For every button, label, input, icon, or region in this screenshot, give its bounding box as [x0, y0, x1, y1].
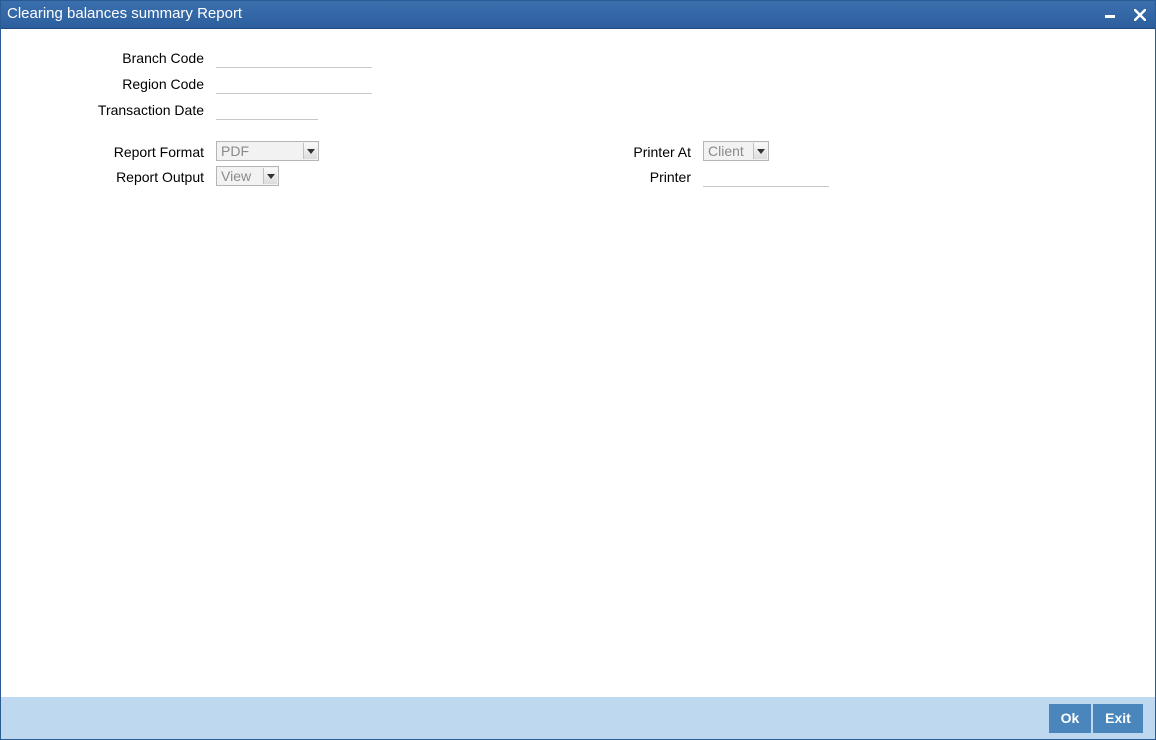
close-icon: [1134, 9, 1146, 21]
report-format-select[interactable]: PDF: [216, 141, 319, 161]
printer-at-select[interactable]: Client: [703, 141, 769, 161]
printer-label: Printer: [649, 169, 691, 185]
branch-code-field[interactable]: [216, 48, 372, 68]
report-format-label: Report Format: [113, 144, 204, 160]
close-button[interactable]: [1130, 5, 1150, 25]
printer-at-value: Client: [708, 143, 744, 159]
region-code-label: Region Code: [122, 76, 204, 92]
exit-button[interactable]: Exit: [1093, 704, 1143, 733]
transaction-date-label: Transaction Date: [97, 102, 204, 118]
printer-field[interactable]: [703, 167, 829, 187]
title-bar: Clearing balances summary Report: [1, 1, 1155, 29]
branch-code-label: Branch Code: [122, 50, 204, 66]
window-title: Clearing balances summary Report: [7, 5, 243, 22]
dropdown-arrow-icon[interactable]: [263, 168, 277, 184]
footer-bar: Ok Exit: [1, 697, 1155, 739]
report-output-label: Report Output: [116, 169, 204, 185]
report-output-select[interactable]: View: [216, 166, 279, 186]
report-output-value: View: [221, 168, 252, 184]
report-window: Clearing balances summary Report Branch …: [0, 0, 1156, 740]
dropdown-arrow-icon[interactable]: [753, 143, 767, 159]
minimize-button[interactable]: [1100, 5, 1120, 25]
region-code-field[interactable]: [216, 74, 372, 94]
dropdown-arrow-icon[interactable]: [303, 143, 317, 159]
transaction-date-field[interactable]: [216, 100, 318, 120]
report-format-value: PDF: [221, 143, 249, 159]
ok-button[interactable]: Ok: [1049, 704, 1091, 733]
minimize-icon: [1105, 15, 1115, 18]
printer-at-label: Printer At: [633, 144, 691, 160]
